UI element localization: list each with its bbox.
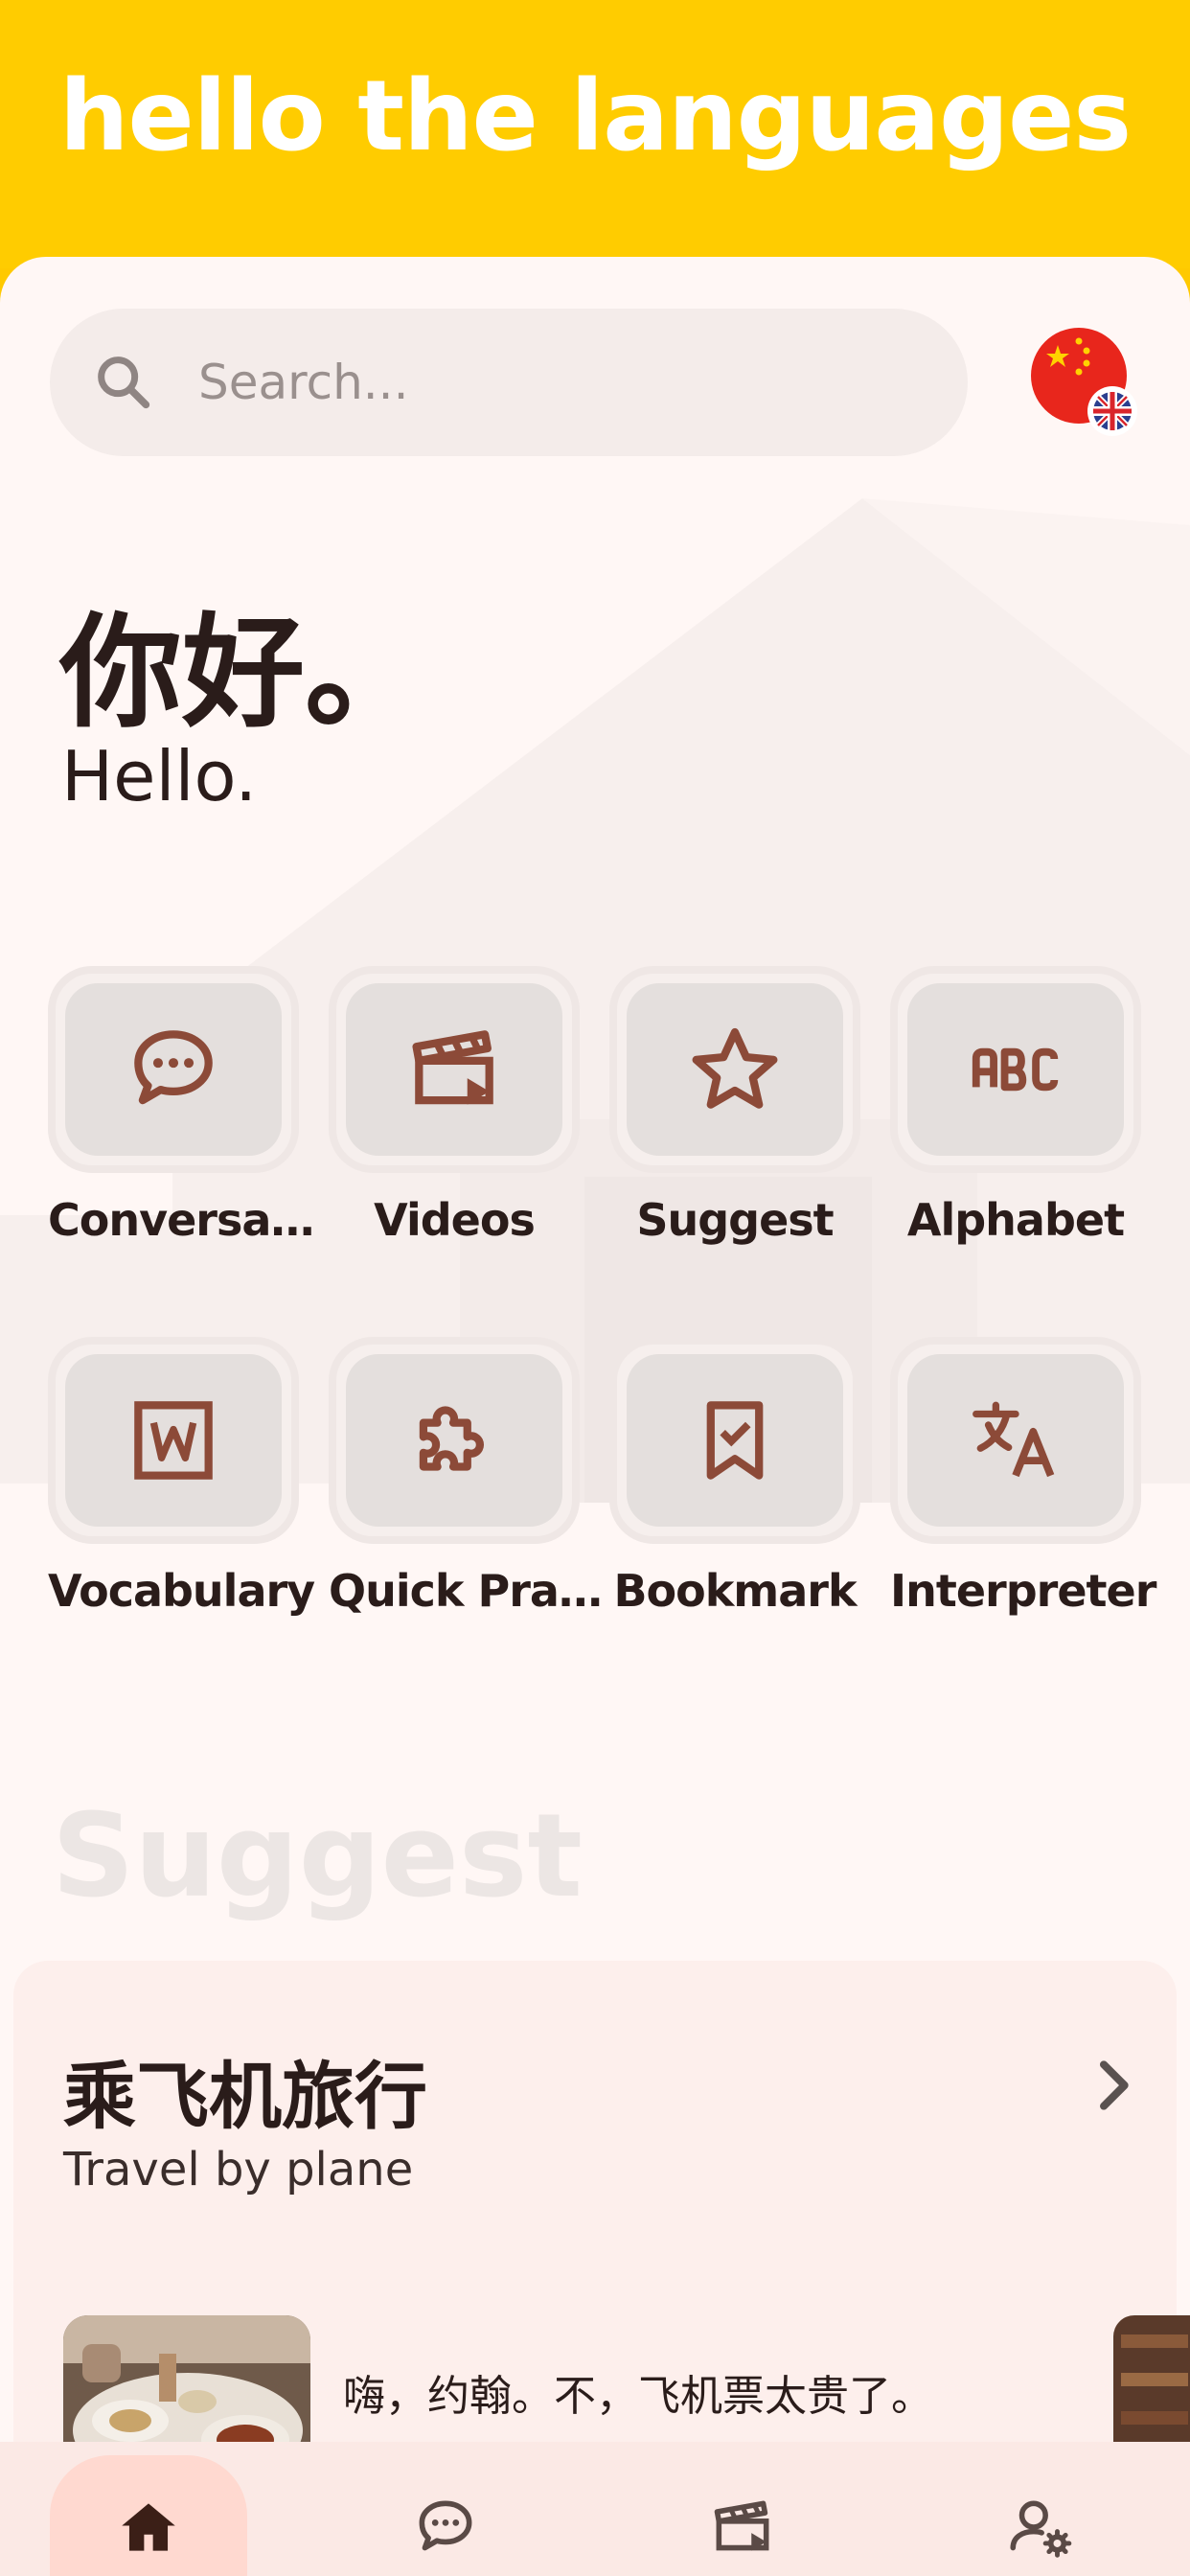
- nav-profile-settings[interactable]: [941, 2455, 1138, 2576]
- menu-item-interpreter[interactable]: Interpreter: [890, 1337, 1156, 1617]
- bottom-navigation: [0, 2442, 1190, 2576]
- bookmark-check-icon: [706, 1401, 764, 1480]
- home-icon: [122, 2503, 175, 2551]
- user-settings-icon: [1010, 2500, 1072, 2558]
- nav-videos[interactable]: [644, 2455, 841, 2576]
- menu-item-label: Bookmark: [613, 1565, 857, 1617]
- puzzle-icon: [419, 1406, 484, 1471]
- greeting-translation: Hello.: [61, 736, 258, 816]
- clapperboard-icon: [714, 2500, 769, 2551]
- menu-item-vocabulary[interactable]: Vocabulary: [48, 1337, 315, 1617]
- menu-tile-button[interactable]: [48, 966, 299, 1173]
- menu-item-label: Quick Pra…: [329, 1565, 603, 1617]
- chat-icon: [134, 1030, 213, 1105]
- chat-icon: [419, 2500, 472, 2551]
- search-icon: [98, 356, 150, 409]
- menu-item-label: Suggest: [636, 1194, 834, 1246]
- menu-item-label: Videos: [374, 1194, 536, 1246]
- menu-item-label: Alphabet: [906, 1194, 1125, 1246]
- menu-item-quick-practice[interactable]: Quick Pra…: [329, 1337, 603, 1617]
- menu-tile-button[interactable]: [890, 966, 1141, 1173]
- greeting-native: 你好。: [59, 602, 428, 745]
- clapperboard-icon: [412, 1030, 493, 1105]
- menu-item-label: Vocabulary: [48, 1565, 315, 1617]
- card-title: 乘飞机旅行: [63, 2054, 427, 2139]
- menu-tile-button[interactable]: [890, 1337, 1141, 1544]
- main-content: 你好。 Hello. Conversa…: [0, 257, 1190, 2576]
- translate-icon: [973, 1401, 1055, 1478]
- chevron-right-icon[interactable]: [1075, 2047, 1152, 2124]
- menu-item-suggest[interactable]: Suggest: [609, 966, 860, 1246]
- menu-item-label: Interpreter: [890, 1565, 1156, 1617]
- card-subtitle: Travel by plane: [63, 2143, 414, 2196]
- menu-item-videos[interactable]: Videos: [329, 966, 580, 1246]
- uk-flag-icon: [1087, 386, 1137, 436]
- app-title: hello the languages: [58, 59, 1132, 173]
- menu-item-bookmark[interactable]: Bookmark: [609, 1337, 860, 1617]
- word-icon: [134, 1401, 213, 1480]
- search-bar[interactable]: [50, 309, 968, 456]
- search-input[interactable]: [198, 309, 927, 456]
- menu-item-alphabet[interactable]: Alphabet: [890, 966, 1141, 1246]
- menu-tile-button[interactable]: [609, 1337, 860, 1544]
- menu-item-conversation[interactable]: Conversa…: [48, 966, 314, 1246]
- nav-home[interactable]: [50, 2455, 247, 2576]
- section-title-suggest: Suggest: [52, 1790, 583, 1923]
- menu-tile-button[interactable]: [329, 966, 580, 1173]
- menu-tile-button[interactable]: [48, 1337, 299, 1544]
- abc-icon: [972, 1047, 1059, 1092]
- dialogue-text: 嗨，约翰。不，飞机票太贵了。: [343, 2372, 933, 2421]
- app-header: hello the languages: [0, 0, 1190, 268]
- nav-conversation[interactable]: [347, 2455, 544, 2576]
- menu-tile-button[interactable]: [329, 1337, 580, 1544]
- star-icon: [692, 1027, 778, 1109]
- menu-tile-button[interactable]: [609, 966, 860, 1173]
- menu-item-label: Conversa…: [48, 1194, 314, 1246]
